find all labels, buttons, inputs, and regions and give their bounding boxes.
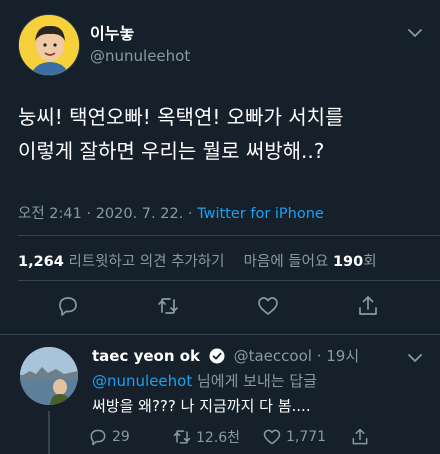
tweet-source[interactable]: Twitter for iPhone xyxy=(197,206,324,222)
reply-author-avatar[interactable] xyxy=(20,347,78,405)
divider xyxy=(18,280,440,281)
chevron-down-icon[interactable] xyxy=(406,349,424,367)
tweet-action-bar xyxy=(0,290,440,324)
reply-header: taec yeon ok @taeccool · 19시 xyxy=(92,345,359,366)
thread-line xyxy=(48,411,50,454)
reply-reply-button[interactable]: 29 xyxy=(88,427,130,447)
reply-like-count: 1,771 xyxy=(286,429,327,445)
author-handle[interactable]: @nunuleehot xyxy=(90,47,190,65)
likes-count[interactable]: 190 xyxy=(333,254,363,270)
tweet-date[interactable]: 2020. 7. 22. xyxy=(96,206,184,222)
reply-retweet-button[interactable]: 12.6천 xyxy=(172,427,240,447)
tweet-stats: 1,264 리트윗하고 의견 추가하기 마음에 들어요 190회 xyxy=(18,250,377,271)
retweets-count[interactable]: 1,264 xyxy=(18,254,64,270)
main-tweet: 이누놓 @nunuleehot 눙씨! 택연오빠! 옥택연! 오빠가 서치를 이… xyxy=(0,0,440,332)
reply-text: 써방을 왜??? 나 지금까지 다 봄.... xyxy=(92,397,311,415)
reply-share-button[interactable] xyxy=(350,427,370,447)
chevron-down-icon[interactable] xyxy=(406,24,424,42)
tweet-text-line-2: 이렇게 잘하면 우리는 뭘로 써방해..? xyxy=(18,139,325,163)
reply-icon[interactable] xyxy=(56,294,80,318)
tweet-timestamp: 오전 2:41 · 2020. 7. 22. · Twitter for iPh… xyxy=(18,202,324,223)
heart-icon xyxy=(263,429,281,445)
reply-action-bar: 29 12.6천 1,771 xyxy=(88,427,428,449)
reply-like-button[interactable]: 1,771 xyxy=(262,427,326,447)
reply-mention[interactable]: @nunuleehot xyxy=(92,372,192,390)
reply-time[interactable]: 19시 xyxy=(326,347,359,365)
share-icon xyxy=(352,428,368,445)
verified-badge-icon xyxy=(209,348,225,364)
retweet-icon xyxy=(173,430,191,444)
replying-to: @nunuleehot 님에게 보내는 답글 xyxy=(92,370,317,391)
heart-icon[interactable] xyxy=(256,294,280,318)
retweets-label[interactable]: 리트윗하고 의견 추가하기 xyxy=(68,254,224,270)
replying-to-label: 님에게 보내는 답글 xyxy=(197,372,317,390)
author-name[interactable]: 이누놓 xyxy=(90,20,134,44)
tweet-text-line-1: 눙씨! 택연오빠! 옥택연! 오빠가 서치를 xyxy=(18,105,344,129)
share-icon[interactable] xyxy=(356,294,380,318)
separator: · xyxy=(187,206,198,222)
reply-icon xyxy=(90,429,106,446)
reply-tweet[interactable]: taec yeon ok @taeccool · 19시 @nunuleehot… xyxy=(0,334,440,454)
reply-retweet-count: 12.6천 xyxy=(196,430,241,446)
likes-label[interactable]: 마음에 들어요 xyxy=(244,254,329,270)
tweet-text: 눙씨! 택연오빠! 옥택연! 오빠가 서치를 이렇게 잘하면 우리는 뭘로 써방… xyxy=(18,100,428,168)
reply-author-handle[interactable]: @taeccool xyxy=(234,347,312,365)
divider xyxy=(18,235,440,236)
author-avatar[interactable] xyxy=(18,14,80,76)
retweet-icon[interactable] xyxy=(156,294,180,318)
separator: · xyxy=(86,206,96,222)
tweet-time[interactable]: 오전 2:41 xyxy=(18,206,82,222)
likes-unit: 회 xyxy=(363,254,377,270)
reply-author-name[interactable]: taec yeon ok xyxy=(92,347,200,365)
separator: · xyxy=(311,347,327,365)
reply-reply-count: 29 xyxy=(112,429,130,445)
